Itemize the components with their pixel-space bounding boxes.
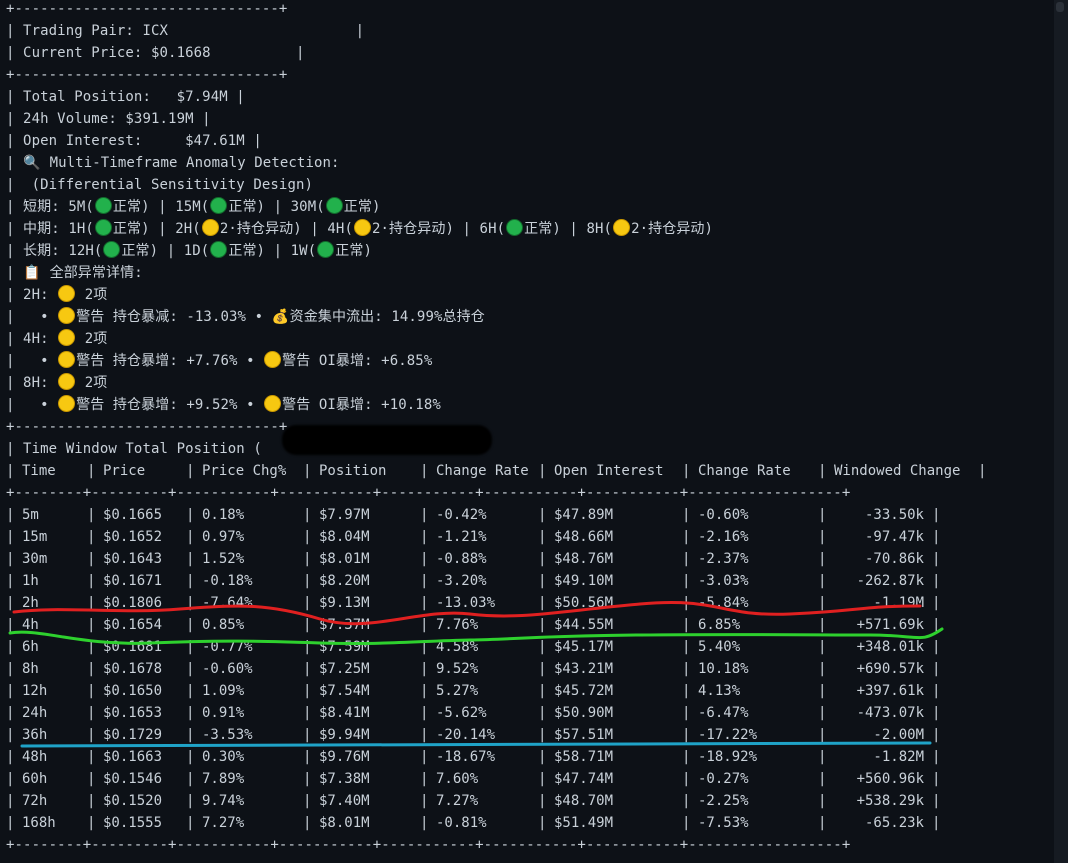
blue-underline-mark [20,741,932,748]
scrollbar-track[interactable] [1054,0,1068,863]
hand-drawn-annotations [8,601,944,748]
terminal-output: +-------------------------------+ | Trad… [0,0,1054,863]
red-underline-mark [12,601,922,626]
scrollbar-thumb[interactable] [1056,2,1064,12]
green-underline-mark [8,627,944,646]
